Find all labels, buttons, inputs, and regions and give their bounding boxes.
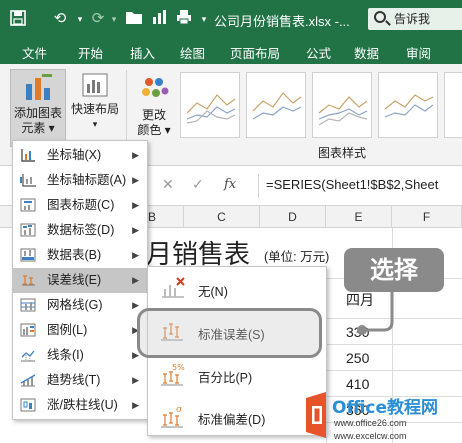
ribbon-tabs: 文件 开始 插入 绘图 页面布局 公式 数据 审阅 [0,38,462,64]
chart-icon[interactable] [150,9,170,29]
tell-me-search[interactable]: 告诉我 [368,8,462,30]
tab-formulas[interactable]: 公式 [306,43,331,62]
undo-dropdown-icon[interactable]: ▾ [70,9,90,29]
chart-styles-group-label: 图表样式 [318,146,367,160]
menu-item-chart-title[interactable]: 图表标题(C) ▶ [13,193,147,218]
column-header-c[interactable]: C [184,206,260,228]
office-logo-icon: Office教程网 www.office26.com www.excelcw.c… [306,392,438,441]
chart-style-3[interactable] [312,72,372,138]
tab-insert[interactable]: 插入 [130,43,155,62]
customize-qat-icon[interactable]: ▾ [194,9,214,29]
error-bars-icon [22,275,35,286]
callout-select: 选择 [344,248,444,292]
menu-item-legend[interactable]: 图例(L) ▶ [13,318,147,343]
menu-item-trendline[interactable]: 趋势线(T) ▶ [13,368,147,393]
menu-item-axes[interactable]: 坐标轴(X) ▶ [13,143,147,168]
color-palette-icon [142,78,169,97]
svg-text:Office教程网: Office教程网 [332,397,438,418]
watermark: Office教程网 www.office26.com www.excelcw.c… [300,388,462,443]
chart-style-4[interactable] [378,72,438,138]
quick-layout-icon [82,73,108,97]
menu-item-data-labels[interactable]: 数据标签(D) ▶ [13,218,147,243]
menu-item-error-bars[interactable]: 误差线(E) ▶ [13,268,147,293]
change-colors-button[interactable]: 更改 颜色 ▾ [134,74,174,138]
quick-layout-label: 快速布局 [70,102,119,116]
insert-function-icon[interactable]: fx [224,177,236,192]
gridlines-icon [20,298,36,312]
data-table-icon [20,248,36,262]
tab-page-layout[interactable]: 页面布局 [230,43,280,62]
menu-item-up-down-bars[interactable]: 涨/跌柱线(U) ▶ [13,393,147,418]
svg-text:5%: 5% [172,363,185,372]
svg-text:www.office26.com: www.office26.com [333,418,406,428]
add-chart-element-menu: 坐标轴(X) ▶ 坐标轴标题(A) ▶ 图表标题(C) ▶ 数据标签(D) ▶ 数据表(… [12,140,148,420]
column-header-e[interactable]: E [326,206,392,228]
selection-highlight [137,308,322,358]
quick-layout-button[interactable]: 快速布局 ▾ [70,72,120,132]
change-colors-label-1: 更改 [141,108,166,122]
undo-icon[interactable]: ⟲ [50,9,70,29]
trendline-icon [20,374,36,387]
submenu-item-none[interactable]: 无(N) [148,267,326,309]
add-chart-element-icon [26,74,52,100]
tab-file[interactable]: 文件 [22,43,47,62]
tell-me-label: 告诉我 [394,12,431,26]
svg-text:www.excelcw.com: www.excelcw.com [333,431,407,441]
menu-item-data-table[interactable]: 数据表(B) ▶ [13,243,147,268]
save-icon[interactable] [8,9,28,29]
unit-label[interactable]: (单位: 万元) [264,246,329,265]
legend-icon [20,323,36,337]
no-error-bars-icon [162,277,185,298]
formula-input[interactable]: =SERIES(Sheet1!$B$2,Sheet [266,177,438,192]
tab-home[interactable]: 开始 [78,43,103,62]
percentage-icon: 5% [161,363,185,386]
lines-icon [21,350,35,362]
chart-style-2[interactable] [246,72,306,138]
svg-text:σ: σ [176,405,182,415]
document-title: 公司月份销售表.xlsx -... [214,14,350,29]
column-header-f[interactable]: F [392,206,462,228]
tab-data[interactable]: 数据 [354,43,379,62]
axes-icon [21,149,35,162]
tab-review[interactable]: 审阅 [406,43,431,62]
quick-layout-dropdown: ▾ [92,119,98,129]
tab-draw[interactable]: 绘图 [180,43,205,62]
data-labels-icon [20,223,36,237]
menu-item-lines[interactable]: 线条(I) ▶ [13,343,147,368]
cancel-icon[interactable]: ✕ [162,176,174,193]
open-folder-icon[interactable] [124,9,144,29]
redo-dropdown-icon[interactable]: ▾ [104,9,124,29]
column-header-d[interactable]: D [260,206,326,228]
print-icon[interactable] [174,9,194,29]
menu-item-gridlines[interactable]: 网格线(G) ▶ [13,293,147,318]
chart-title-icon [20,198,36,212]
callout-connector [357,292,394,335]
enter-icon[interactable]: ✓ [192,176,204,193]
axis-title-icon [20,174,36,187]
add-chart-element-button[interactable]: 添加图表 元素 ▾ [10,69,66,147]
standard-deviation-icon: σ [161,405,183,428]
add-chart-element-label-2: 元素 ▾ [21,121,55,135]
add-chart-element-label-1: 添加图表 [13,106,62,120]
value-cell[interactable]: 250 [346,350,369,366]
title-bar: ⟲ ▾ ⟳ ▾ ▾ 公司月份销售表.xlsx -... 告诉我 [0,0,462,38]
search-icon [374,11,386,23]
change-colors-label-2: 颜色 ▾ [137,123,171,137]
up-down-bars-icon [20,398,36,412]
menu-item-axis-titles[interactable]: 坐标轴标题(A) ▶ [13,168,147,193]
chart-style-5[interactable] [444,72,462,138]
chart-style-1[interactable] [180,72,240,138]
